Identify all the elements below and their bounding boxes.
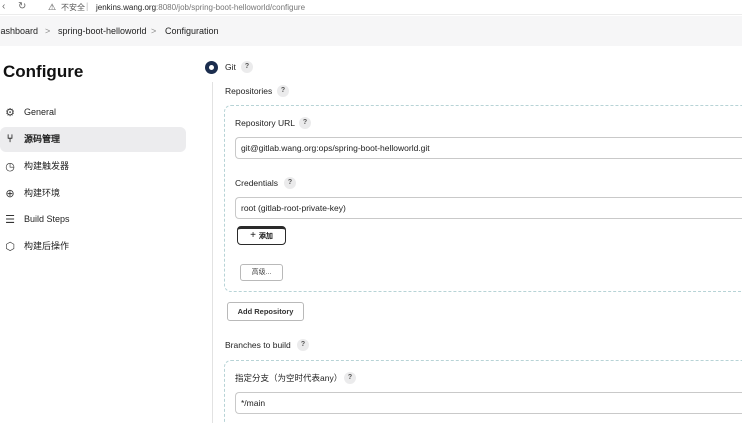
sidebar-item-label: Build Steps	[24, 214, 70, 224]
plus-icon: +	[250, 230, 256, 241]
credentials-label: Credentials	[235, 178, 278, 188]
branch-specifier-input[interactable]: */main	[235, 392, 742, 414]
git-option-label: Git	[225, 62, 236, 72]
repository-url-input[interactable]: git@gitlab.wang.org:ops/spring-boot-hell…	[235, 137, 742, 159]
sidebar-item-label: 构建后操作	[24, 241, 70, 251]
url-path: :8080/job/spring-boot-helloworld/configu…	[156, 3, 306, 12]
sidebar-item-general[interactable]: ⚙ General	[0, 100, 186, 125]
gear-icon: ⚙	[5, 106, 15, 119]
sidebar-item-build-triggers[interactable]: ◷ 构建触发器	[0, 154, 186, 179]
breadcrumb-job[interactable]: spring-boot-helloworld	[58, 26, 147, 37]
list-icon: ☰	[5, 213, 15, 226]
help-icon[interactable]: ?	[284, 177, 296, 189]
advanced-button[interactable]: 高级...	[240, 264, 283, 281]
help-icon[interactable]: ?	[299, 117, 311, 129]
clock-icon: ◷	[5, 160, 15, 173]
breadcrumb-dashboard[interactable]: Dashboard	[0, 26, 38, 37]
package-icon: ⬡	[5, 240, 15, 253]
url-field[interactable]: jenkins.wang.org:8080/job/spring-boot-he…	[96, 2, 305, 13]
sidebar-item-label: 构建触发器	[24, 161, 70, 171]
repositories-label: Repositories	[225, 86, 273, 96]
sidebar-item-build-steps[interactable]: ☰ Build Steps	[0, 207, 186, 232]
globe-icon: ⊕	[5, 187, 15, 200]
sidebar-item-build-environment[interactable]: ⊕ 构建环境	[0, 181, 186, 206]
help-icon[interactable]: ?	[344, 372, 356, 384]
sidebar-item-post-build-actions[interactable]: ⬡ 构建后操作	[0, 234, 186, 259]
branch-specifier-label: 指定分支（为空时代表any）	[235, 373, 343, 383]
section-divider	[212, 82, 213, 423]
address-separator: |	[86, 1, 89, 11]
branches-to-build-label: Branches to build	[225, 340, 291, 350]
page-title: Configure	[3, 62, 84, 81]
sidebar-item-label: 源码管理	[24, 134, 61, 144]
breadcrumb-chevron-icon: >	[45, 26, 51, 36]
help-icon[interactable]: ?	[241, 61, 253, 73]
repository-url-label: Repository URL	[235, 118, 295, 128]
breadcrumb: Dashboard > spring-boot-helloworld > Con…	[0, 16, 742, 46]
add-button-label: 添加	[258, 233, 273, 240]
back-icon[interactable]: ‹	[2, 1, 5, 13]
branch-icon: ⑂	[6, 133, 14, 145]
insecure-label[interactable]: 不安全	[61, 2, 85, 13]
reload-icon[interactable]: ↻	[18, 1, 26, 13]
help-icon[interactable]: ?	[277, 85, 289, 97]
add-repository-button[interactable]: Add Repository	[227, 302, 304, 321]
help-icon[interactable]: ?	[297, 339, 309, 351]
url-host: jenkins.wang.org	[96, 3, 157, 12]
browser-address-bar: ‹ ↻ ⚠ 不安全 | jenkins.wang.org:8080/job/sp…	[0, 0, 742, 15]
credentials-select[interactable]: root (gitlab-root-private-key)	[235, 197, 742, 219]
sidebar-item-source-code-management[interactable]: ⑂ 源码管理	[0, 127, 186, 152]
breadcrumb-chevron-icon: >	[151, 26, 157, 36]
add-credentials-button[interactable]: + 添加	[237, 226, 286, 245]
breadcrumb-configuration[interactable]: Configuration	[165, 26, 219, 37]
sidebar-item-label: General	[24, 107, 57, 117]
sidebar-item-label: 构建环境	[24, 188, 61, 198]
warning-icon[interactable]: ⚠	[48, 2, 56, 13]
git-radio-button[interactable]	[205, 61, 218, 74]
